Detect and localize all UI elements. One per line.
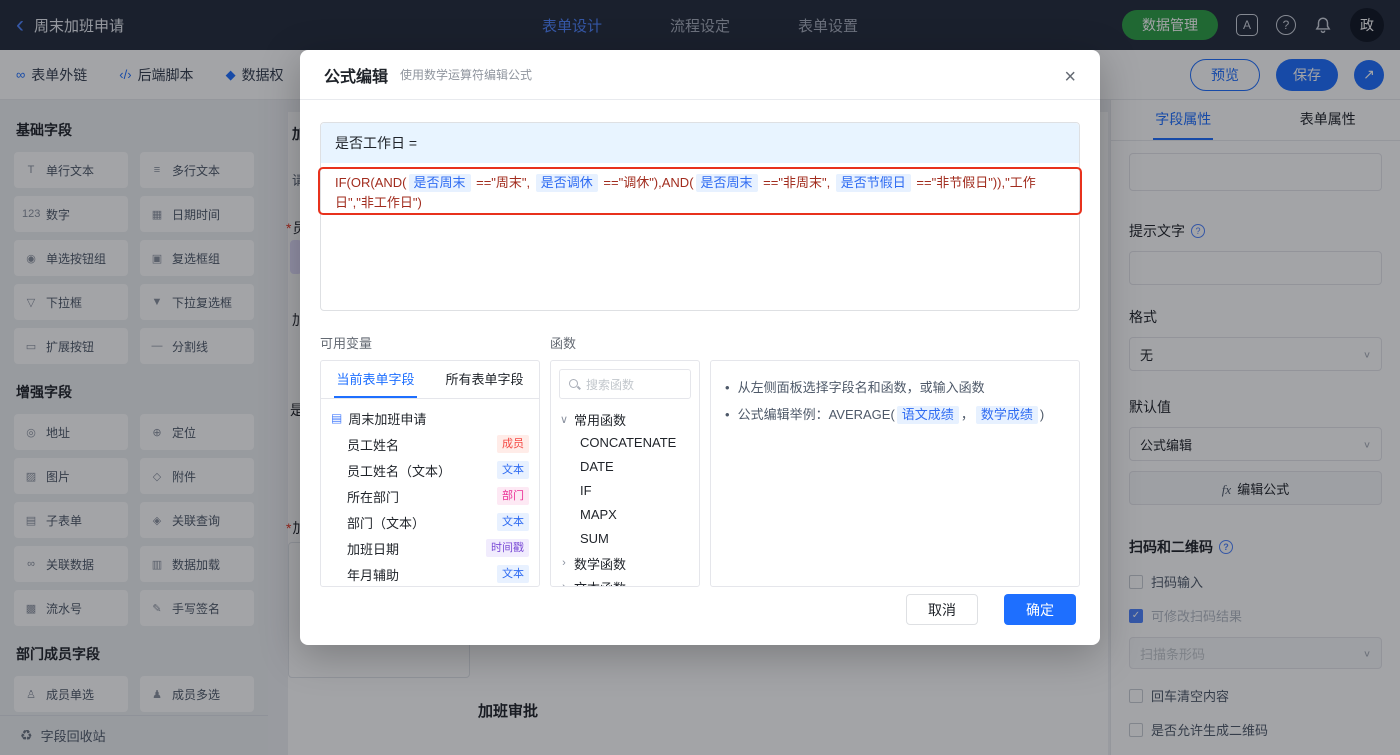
- field-row-overtime-date[interactable]: 加班日期时间戳: [331, 535, 529, 561]
- formula-text: =="周末",: [473, 175, 534, 190]
- field-row-department-text[interactable]: 部门（文本）文本: [331, 509, 529, 535]
- function-item-if[interactable]: IF: [559, 479, 691, 503]
- close-icon[interactable]: ×: [1060, 63, 1080, 91]
- cancel-button[interactable]: 取消: [906, 594, 978, 625]
- formula-field-pill: 是否周末: [696, 174, 758, 192]
- modal-title: 公式编辑: [324, 63, 388, 87]
- field-row-employee-name[interactable]: 员工姓名成员: [331, 431, 529, 457]
- bullet-icon: •: [725, 377, 730, 399]
- document-icon: ▤: [331, 411, 342, 425]
- function-item-mapx[interactable]: MAPX: [559, 503, 691, 527]
- app-window: ‹ 周末加班申请 表单设计 流程设定 表单设置 数据管理 A ? 政 ∞ 表单外…: [0, 0, 1400, 755]
- field-row-department[interactable]: 所在部门部门: [331, 483, 529, 509]
- help-example: 公式编辑举例：AVERAGE(语文成绩，数学成绩): [738, 404, 1045, 426]
- help-text: 从左侧面板选择字段名和函数，或输入函数: [738, 377, 985, 399]
- functions-panel: 搜索函数 ∨ 常用函数 CONCATENATE DATE IF MAPX SUM: [550, 360, 700, 587]
- formula-text: =="非周末",: [760, 175, 834, 190]
- field-row-employee-name-text[interactable]: 员工姓名（文本）文本: [331, 457, 529, 483]
- function-group-math[interactable]: › 数学函数: [559, 551, 691, 575]
- variables-panel: 当前表单字段 所有表单字段 ▤ 周末加班申请 员工姓名成员 员工姓名（文本）文本…: [320, 360, 540, 587]
- formula-field-pill: 是否节假日: [836, 174, 911, 192]
- search-icon: [568, 378, 581, 391]
- formula-help-panel: • 从左侧面板选择字段名和函数，或输入函数 • 公式编辑举例：AVERAGE(语…: [710, 360, 1080, 587]
- function-group-common[interactable]: ∨ 常用函数: [559, 407, 691, 431]
- chevron-right-icon: ›: [559, 557, 569, 569]
- field-row-yearmonth-helper[interactable]: 年月辅助文本: [331, 561, 529, 587]
- function-item-date[interactable]: DATE: [559, 455, 691, 479]
- field-type-tag: 文本: [497, 513, 529, 531]
- formula-input[interactable]: IF(OR(AND(是否周末 =="周末", 是否调休 =="调休"),AND(…: [321, 163, 1079, 310]
- formula-field-pill: 是否周末: [409, 174, 471, 192]
- field-type-tag: 成员: [497, 435, 529, 453]
- function-item-sum[interactable]: SUM: [559, 527, 691, 551]
- formula-text: IF(OR(AND(: [335, 175, 407, 190]
- chevron-right-icon: ›: [559, 581, 569, 587]
- confirm-button[interactable]: 确定: [1004, 594, 1076, 625]
- function-item-concatenate[interactable]: CONCATENATE: [559, 431, 691, 455]
- field-type-tag: 文本: [497, 461, 529, 479]
- formula-editor-modal: 公式编辑 使用数学运算符编辑公式 × 是否工作日 = IF(OR(AND(是否周…: [300, 50, 1100, 645]
- formula-editor-box: 是否工作日 = IF(OR(AND(是否周末 =="周末", 是否调休 =="调…: [320, 122, 1080, 311]
- chevron-down-icon: ∨: [559, 413, 569, 426]
- field-type-tag: 部门: [497, 487, 529, 505]
- example-field-pill: 数学成绩: [976, 406, 1038, 424]
- variables-label: 可用变量: [320, 333, 550, 352]
- example-field-pill: 语文成绩: [897, 406, 959, 424]
- formula-field-pill: 是否调休: [536, 174, 598, 192]
- formula-target: 是否工作日 =: [321, 123, 1079, 163]
- form-node[interactable]: ▤ 周末加班申请: [331, 405, 529, 431]
- functions-label: 函数: [550, 333, 576, 352]
- field-type-tag: 文本: [497, 565, 529, 583]
- tab-all-form-fields[interactable]: 所有表单字段: [430, 361, 539, 398]
- field-type-tag: 时间戳: [486, 539, 529, 557]
- bullet-icon: •: [725, 404, 730, 426]
- function-group-text[interactable]: › 文本函数: [559, 575, 691, 587]
- formula-text: =="调休"),AND(: [600, 175, 694, 190]
- search-placeholder: 搜索函数: [586, 376, 634, 393]
- modal-subtitle: 使用数学运算符编辑公式: [400, 66, 532, 83]
- tab-current-form-fields[interactable]: 当前表单字段: [321, 361, 430, 398]
- function-search-input[interactable]: 搜索函数: [559, 369, 691, 399]
